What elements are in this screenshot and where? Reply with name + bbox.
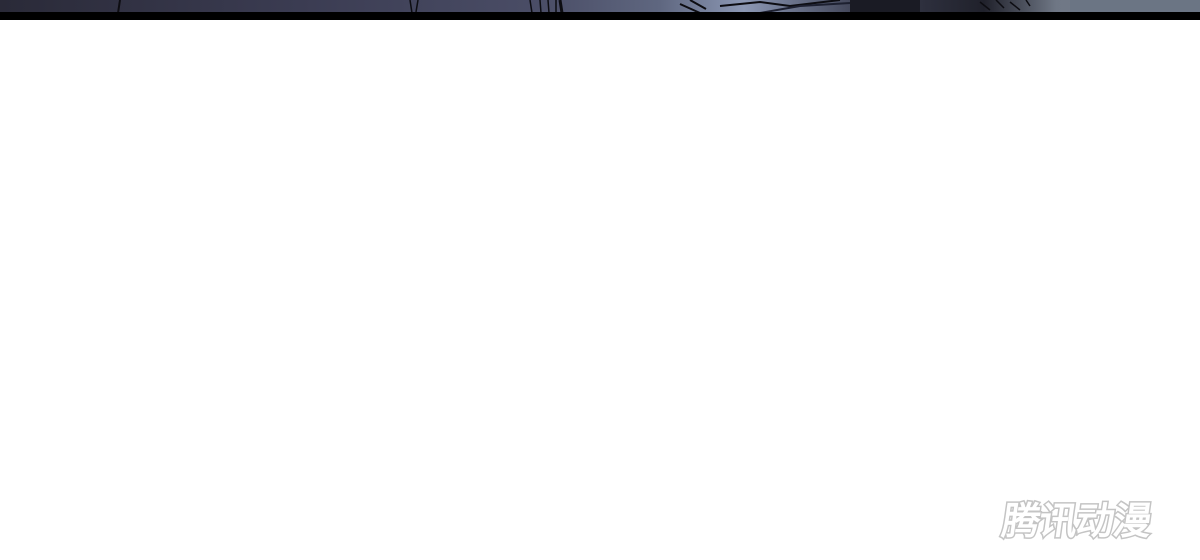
previous-panel-edge <box>0 0 1200 20</box>
panel-artwork <box>0 0 1200 20</box>
watermark-logo-graphic: 腾讯动漫 <box>998 499 1156 544</box>
tencent-comics-watermark-logo: 腾讯动漫 <box>992 496 1178 544</box>
watermark-text: 腾讯动漫 <box>999 500 1154 544</box>
blank-page-area <box>0 20 1200 560</box>
